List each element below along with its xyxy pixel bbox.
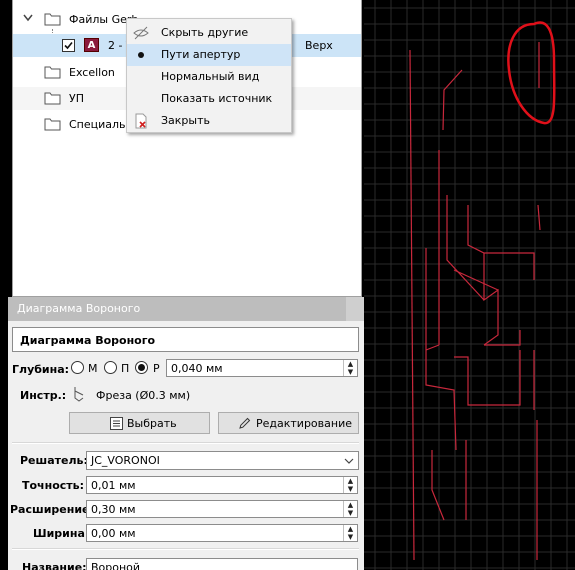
name-field[interactable]: Вороной [86,558,358,570]
annotation-circle [507,21,556,125]
separator [12,548,359,550]
tree-item-label: УП [69,92,84,105]
folder-icon [44,66,61,79]
layer-visibility-checkbox[interactable] [62,39,75,52]
canvas-drawing[interactable] [364,0,575,570]
trace-line [484,330,521,346]
toolpath-type-header: Диаграмма Вороного [12,327,359,352]
pcb-canvas[interactable] [364,0,575,570]
depth-value: 0,040 мм [171,362,223,375]
menu-item-label: Закрыть [161,114,210,127]
solver-label: Решатель: [20,454,88,467]
precision-label: Точность: [22,479,85,492]
folder-icon [44,92,61,105]
trace-line [431,450,445,521]
depth-radio-r[interactable] [135,361,148,374]
context-menu[interactable]: Скрыть другие Пути апертур Нормальный ви… [126,18,292,133]
button-label: Редактирование [256,417,352,430]
layer-side-label: Верх [305,39,333,52]
edit-tool-button[interactable]: Редактирование [218,412,359,434]
menu-item-hide-others[interactable]: Скрыть другие [127,22,291,44]
hide-icon [133,26,149,40]
pencil-icon [239,417,251,429]
list-icon [110,417,123,430]
depth-radio-m[interactable] [71,361,84,374]
spin-arrows-icon[interactable]: ▲ ▼ [343,525,357,541]
separator [12,442,359,444]
trace-line [483,253,499,346]
menu-item-normal-view[interactable]: Нормальный вид [127,66,291,88]
menu-item-label: Нормальный вид [161,70,260,83]
depth-label: Глубина: [12,363,70,376]
solver-select[interactable]: JC_VORONOI [86,451,359,470]
tool-value[interactable]: Фреза (Ø0.3 мм) [96,389,190,402]
tool-label: Инстр.: [20,389,67,402]
panel-titlebar[interactable]: Диаграмма Вороного [8,297,364,321]
width-label: Ширина: [33,527,90,540]
panel-title: Диаграмма Вороного [17,302,141,315]
trace-line [425,150,440,351]
trace-line [442,69,463,131]
menu-item-label: Показать источник [161,92,273,105]
menu-item-close[interactable]: Закрыть [127,110,291,132]
menu-item-label: Пути апертур [161,48,241,61]
depth-spinbox[interactable]: 0,040 мм ▲ ▼ [166,359,358,377]
solver-value: JC_VORONOI [91,454,160,467]
spin-arrows-icon[interactable]: ▲ ▼ [343,477,357,493]
panel-close-button[interactable] [346,297,364,321]
expansion-value: 0,30 мм [91,503,136,516]
folder-icon [44,13,61,26]
width-value: 0,00 мм [91,527,136,540]
chevron-down-icon[interactable] [23,14,33,22]
name-value: Вороной [91,561,141,570]
name-label: Название: [22,561,87,570]
spin-arrows-icon[interactable]: ▲ ▼ [343,501,357,517]
trace-line [537,204,541,231]
voronoi-panel: Диаграмма Вороного Диаграмма Вороного Гл… [8,297,364,570]
tree-item-label: Excellon [69,66,115,79]
end-mill-icon [74,387,84,402]
layer-side-badge: A [84,38,99,52]
checkmark-icon [64,41,73,50]
expansion-spinbox[interactable]: 0,30 мм ▲ ▼ [86,500,358,518]
button-label: Выбрать [127,417,177,430]
select-tool-button[interactable]: Выбрать [69,412,210,434]
chevron-down-icon [344,458,354,464]
depth-option-label: Р [153,362,160,375]
expansion-label: Расширение [10,503,90,516]
menu-item-label: Скрыть другие [161,26,249,39]
bullet-icon [138,52,144,58]
width-spinbox[interactable]: 0,00 мм ▲ ▼ [86,524,358,542]
close-file-icon [135,113,147,129]
menu-item-aperture-paths[interactable]: Пути апертур [127,44,291,66]
spin-arrows-icon[interactable]: ▲ ▼ [343,360,357,376]
trace-line [425,248,457,451]
trace-line [409,49,415,561]
depth-option-label: М [88,362,98,375]
depth-radio-p[interactable] [104,361,117,374]
precision-value: 0,01 мм [91,479,136,492]
folder-icon [44,118,61,131]
depth-option-label: П [121,362,130,375]
menu-item-show-source[interactable]: Показать источник [127,88,291,110]
tree-item-label: Специальн [69,118,133,131]
precision-spinbox[interactable]: 0,01 мм ▲ ▼ [86,476,358,494]
